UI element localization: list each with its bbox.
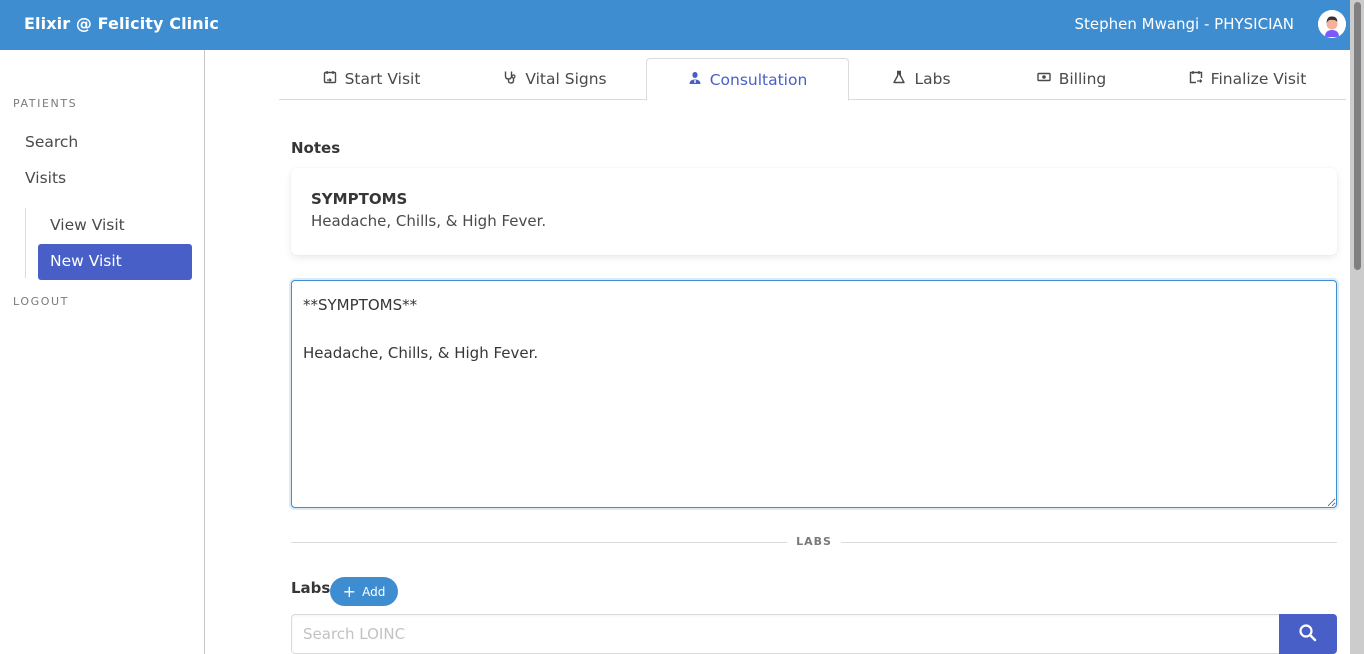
calendar-finalize-icon (1189, 70, 1203, 88)
tab-label: Vital Signs (525, 70, 607, 88)
calendar-start-icon (323, 70, 337, 88)
labs-divider: LABS (291, 533, 1337, 551)
top-navbar: Elixir @ Felicity Clinic Stephen Mwangi … (0, 0, 1350, 50)
add-lab-button[interactable]: + Add (330, 577, 398, 606)
tab-labs[interactable]: Labs (849, 58, 994, 100)
tab-label: Billing (1058, 70, 1107, 88)
sidebar-item-visits[interactable]: Visits (25, 169, 66, 187)
page-scrollbar[interactable] (1350, 0, 1364, 654)
tab-label: Consultation (709, 70, 808, 89)
brand-title[interactable]: Elixir @ Felicity Clinic (24, 14, 219, 33)
tab-label: Finalize Visit (1210, 70, 1307, 88)
plus-icon: + (342, 581, 357, 601)
tab-label: Labs (914, 70, 951, 88)
sidebar-item-search[interactable]: Search (25, 133, 78, 151)
sidebar-item-view-visit[interactable]: View Visit (38, 208, 192, 244)
notes-preview-card: SYMPTOMS Headache, Chills, & High Fever. (291, 168, 1337, 255)
loinc-search-button[interactable] (1279, 614, 1337, 654)
notes-title: Notes (291, 139, 341, 157)
stethoscope-icon (503, 70, 517, 88)
user-avatar-icon[interactable] (1318, 10, 1346, 38)
sidebar-item-new-visit[interactable]: New Visit (38, 244, 192, 280)
visit-tabs: Start Visit Vital Signs Consultation Lab… (279, 58, 1346, 101)
tab-start-visit[interactable]: Start Visit (279, 58, 464, 100)
sidebar-section-patients: PATIENTS (13, 97, 78, 110)
sidebar: PATIENTS Search Visits View Visit New Vi… (0, 50, 205, 654)
notes-preview-text: Headache, Chills, & High Fever. (311, 212, 547, 230)
tab-label: Start Visit (344, 70, 421, 88)
tab-consultation[interactable]: Consultation (646, 58, 849, 101)
add-label: Add (362, 584, 386, 599)
tab-billing[interactable]: Billing (994, 58, 1149, 100)
loinc-search-input[interactable] (291, 614, 1280, 654)
sidebar-logout[interactable]: LOGOUT (13, 295, 69, 308)
labs-title: Labs (291, 579, 331, 597)
scrollbar-thumb[interactable] (1354, 2, 1361, 270)
submenu-divider (25, 208, 26, 278)
user-name-role[interactable]: Stephen Mwangi - PHYSICIAN (1074, 15, 1294, 33)
search-icon (1298, 623, 1318, 646)
doctor-icon (688, 71, 702, 89)
notes-preview-heading: SYMPTOMS (311, 190, 408, 208)
flask-icon (892, 70, 906, 88)
notes-editor[interactable] (291, 280, 1337, 508)
divider-line-right (841, 542, 1337, 543)
money-icon (1037, 70, 1051, 88)
tab-vital-signs[interactable]: Vital Signs (464, 58, 646, 100)
tab-finalize-visit[interactable]: Finalize Visit (1149, 58, 1346, 100)
